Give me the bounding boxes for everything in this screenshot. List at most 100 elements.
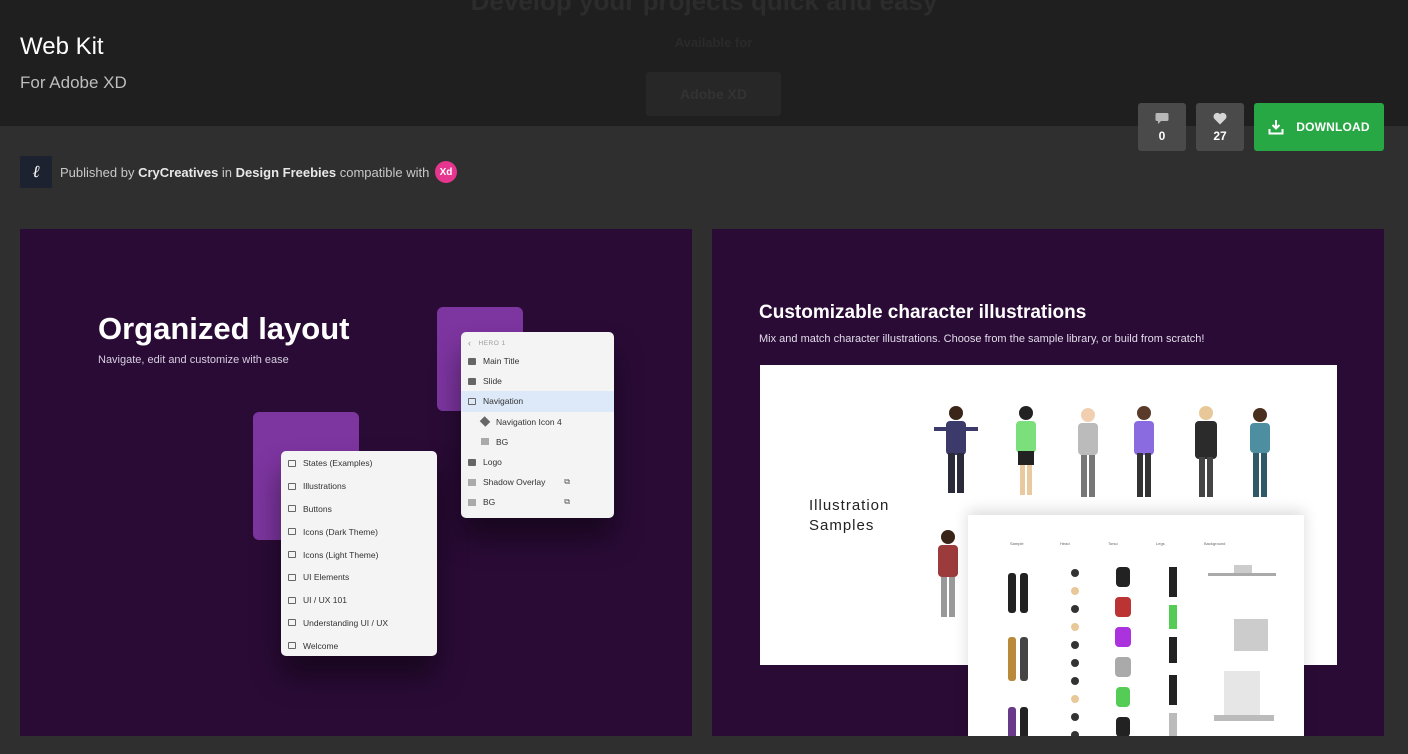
layer-label: BG (483, 497, 496, 508)
sheet-header: Background (1204, 541, 1226, 546)
layer-row: Main Title (461, 351, 614, 371)
page-icon (288, 551, 296, 559)
likes-count: 27 (1213, 128, 1227, 143)
card-left-title: Organized layout (98, 311, 350, 346)
page-label: Illustrations (303, 481, 346, 492)
layer-label: BG (496, 436, 509, 447)
page-title: Web Kit (20, 33, 104, 60)
page-label: States (Examples) (303, 458, 373, 469)
character-figure (1195, 406, 1217, 497)
banner-ghost-available: Available for (674, 35, 753, 50)
rectangle-icon (468, 478, 476, 486)
layer-label: Navigation Icon 4 (496, 416, 562, 427)
layer-row: BG ⧉ (461, 492, 614, 512)
page-label: Buttons (303, 503, 332, 514)
page-subtitle: For Adobe XD (20, 73, 127, 92)
page-icon (288, 573, 296, 581)
layer-row: BG (461, 432, 614, 452)
sheet-header: Torso (1108, 541, 1118, 546)
page-icon (288, 528, 296, 536)
sheet-header: Legs (1156, 541, 1165, 546)
page-label: Icons (Dark Theme) (303, 526, 378, 537)
download-label: DOWNLOAD (1296, 120, 1370, 134)
heart-icon (1213, 112, 1227, 124)
page-row: Understanding UI / UX (281, 612, 437, 635)
folder-open-icon (468, 397, 476, 405)
folder-icon (468, 357, 476, 365)
like-button[interactable]: 27 (1196, 103, 1244, 151)
comment-icon (1155, 112, 1169, 124)
page-row: UI Elements (281, 566, 437, 589)
published-by-text: Published by (60, 165, 135, 180)
folder-icon (468, 377, 476, 385)
page-icon (288, 642, 296, 650)
panel-header-label: HERO 1 (478, 339, 506, 347)
layer-row: Slide (461, 371, 614, 391)
layers-panel-front: States (Examples) Illustrations Buttons … (281, 451, 437, 656)
preview-card-organized-layout[interactable]: Organized layout Navigate, edit and cust… (20, 229, 692, 736)
layers-panel-back: ‹ HERO 1 Main Title Slide Navigation Nav… (461, 332, 614, 518)
layer-label: Logo (483, 457, 502, 468)
page-row: UI / UX 101 (281, 589, 437, 612)
page-icon (288, 596, 296, 604)
in-text: in (221, 165, 233, 180)
page-label: Understanding UI / UX (303, 617, 389, 628)
page-icon (288, 619, 296, 627)
download-icon (1268, 120, 1284, 135)
card-right-subtitle: Mix and match character illustrations. C… (759, 333, 1205, 345)
compatible-text: compatible with (339, 165, 430, 180)
external-link-icon: ⧉ (564, 497, 570, 507)
character-figure (934, 406, 978, 493)
page-row: Welcome (281, 634, 437, 656)
page-row: Illustrations (281, 475, 437, 498)
adobe-xd-badge[interactable]: Xd (435, 161, 457, 183)
category-link[interactable]: Design Freebies (236, 165, 336, 180)
author-link[interactable]: CryCreatives (138, 165, 218, 180)
banner-ghost-button: Adobe XD (646, 72, 781, 116)
character-figure (938, 530, 958, 617)
external-link-icon: ⧉ (564, 477, 570, 487)
page-row: Icons (Dark Theme) (281, 520, 437, 543)
page-row: Icons (Light Theme) (281, 543, 437, 566)
character-figure (1134, 406, 1154, 497)
download-button[interactable]: DOWNLOAD (1254, 103, 1384, 151)
page-row: Buttons (281, 498, 437, 521)
layer-label: Slide (483, 376, 502, 387)
illustration-samples-label: Illustration Samples (809, 496, 889, 536)
card-right-title: Customizable character illustrations (759, 302, 1087, 323)
character-figure (1250, 408, 1270, 497)
label-line-2: Samples (809, 517, 875, 534)
rectangle-icon (481, 438, 489, 446)
sheet-header: Sample (1010, 541, 1024, 546)
rectangle-icon (468, 498, 476, 506)
page-icon (288, 459, 296, 467)
banner-ghost-title: Develop your projects quick and easy (470, 0, 938, 16)
label-line-1: Illustration (809, 497, 890, 514)
preview-card-character-illustrations[interactable]: Customizable character illustrations Mix… (712, 229, 1384, 736)
page-label: Icons (Light Theme) (303, 549, 379, 560)
component-icon (479, 416, 491, 427)
comments-count: 0 (1158, 128, 1166, 143)
page-icon (288, 482, 296, 490)
layer-row: Navigation Icon 4 (461, 412, 614, 432)
folder-icon (468, 458, 476, 466)
page-label: UI Elements (303, 572, 350, 583)
page-row: States (Examples) (281, 452, 437, 475)
card-left-subtitle: Navigate, edit and customize with ease (98, 354, 289, 366)
character-parts-grid (1008, 565, 1276, 736)
publisher-avatar[interactable]: ℓ (20, 156, 52, 188)
character-figure (1016, 406, 1036, 495)
page-label: UI / UX 101 (303, 595, 347, 606)
chevron-left-icon: ‹ (468, 338, 472, 348)
layer-row: Logo (461, 452, 614, 472)
comments-button[interactable]: 0 (1138, 103, 1186, 151)
layer-row: Shadow Overlay ⧉ (461, 472, 614, 492)
character-figure (1078, 408, 1098, 497)
layer-label: Main Title (483, 356, 520, 367)
layer-label: Shadow Overlay (483, 477, 546, 488)
panel-header: ‹ HERO 1 (461, 335, 614, 351)
publisher-line: Published by CryCreatives in Design Free… (60, 165, 429, 180)
layer-row-selected: Navigation (461, 391, 614, 412)
page-icon (288, 505, 296, 513)
layer-label: Navigation (483, 396, 524, 407)
